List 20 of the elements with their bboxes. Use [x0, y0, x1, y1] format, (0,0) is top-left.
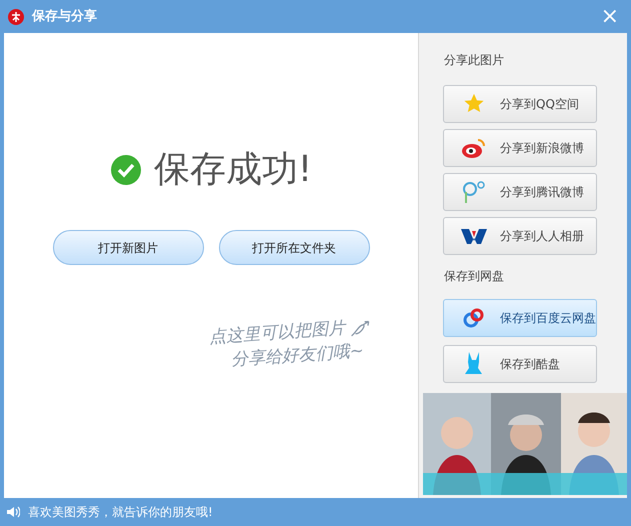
share-button[interactable]: 分享到QQ空间	[443, 85, 597, 123]
share-button[interactable]: 分享到腾讯微博	[443, 173, 597, 211]
pin-icon	[461, 180, 487, 204]
action-button[interactable]: 打开所在文件夹	[218, 230, 370, 265]
share-button[interactable]: 保存到百度云网盘	[443, 299, 597, 337]
share-button[interactable]: 分享到新浪微博	[443, 129, 597, 167]
action-button[interactable]: 打开新图片	[52, 230, 204, 265]
star-icon	[463, 93, 485, 115]
share-button[interactable]: 分享到人人相册	[443, 217, 597, 255]
window-title: 保存与分享	[32, 8, 97, 26]
status-text: 喜欢美图秀秀，就告诉你的朋友哦!	[28, 504, 213, 521]
app-logo-icon	[8, 8, 24, 24]
section-title: 分享此图片	[444, 52, 505, 69]
success-message: 保存成功!	[154, 148, 312, 192]
eye-icon	[461, 137, 487, 159]
share-button[interactable]: 保存到酷盘	[443, 345, 597, 383]
section-title: 保存到网盘	[444, 268, 505, 285]
people-icon	[460, 227, 488, 245]
speaker-icon	[6, 505, 20, 519]
success-check-icon	[110, 154, 142, 186]
